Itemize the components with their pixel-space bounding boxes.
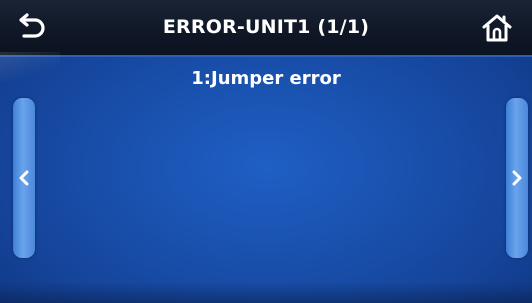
- home-button[interactable]: [480, 12, 514, 44]
- home-icon: [482, 14, 512, 42]
- error-item: 1:Jumper error: [191, 68, 341, 89]
- previous-page-button[interactable]: [13, 98, 35, 258]
- bottom-shade: [0, 282, 532, 303]
- chevron-right-icon: [512, 170, 522, 186]
- chevron-left-icon: [19, 170, 29, 186]
- page-title: ERROR-UNIT1 (1/1): [162, 16, 370, 38]
- back-arrow-icon: [19, 13, 45, 38]
- error-screen: ERROR-UNIT1 (1/1) 1:Jumper error: [0, 0, 532, 303]
- title-bar: ERROR-UNIT1 (1/1): [0, 0, 532, 57]
- back-button[interactable]: [14, 11, 48, 45]
- next-page-button[interactable]: [506, 98, 528, 258]
